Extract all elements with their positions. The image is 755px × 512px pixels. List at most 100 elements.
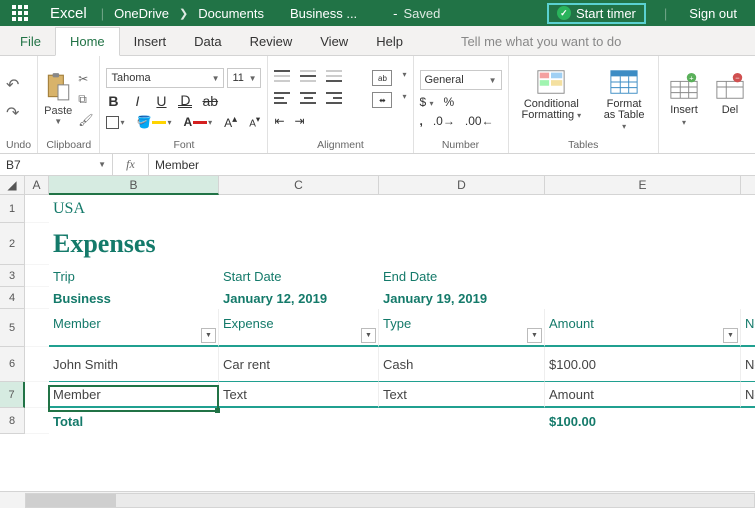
fill-color-button[interactable]: 🪣▾ (137, 115, 172, 129)
insert-cells-button[interactable]: + Insert▾ (665, 72, 703, 127)
app-launcher-icon[interactable] (0, 5, 40, 21)
format-as-table-button[interactable]: Format as Table ▾ (596, 67, 652, 132)
cell-e6[interactable]: $100.00 (545, 347, 741, 382)
align-right-icon[interactable] (326, 92, 342, 104)
cell-usa[interactable]: USA (49, 195, 755, 223)
decrease-font-button[interactable]: A▾ (249, 114, 260, 129)
conditional-formatting-button[interactable]: Conditional Formatting ▾ (515, 67, 589, 132)
document-name[interactable]: Business ... (270, 6, 393, 21)
cell-a3[interactable] (25, 265, 49, 287)
cell-th-type[interactable]: Type▼ (379, 309, 545, 347)
cell-expenses[interactable]: Expenses (49, 223, 755, 265)
double-underline-button[interactable]: D (178, 95, 192, 108)
bold-button[interactable]: B (106, 93, 120, 109)
increase-font-button[interactable]: A▴ (224, 114, 237, 130)
tab-view[interactable]: View (306, 28, 362, 55)
row-header-8[interactable]: 8 (0, 408, 25, 434)
cell-b8[interactable]: Total (49, 408, 219, 434)
cell-c6[interactable]: Car rent (219, 347, 379, 382)
filter-icon[interactable]: ▼ (361, 328, 376, 343)
cell-a2[interactable] (25, 223, 49, 265)
tab-file[interactable]: File (6, 28, 55, 55)
row-header-5[interactable]: 5 (0, 309, 25, 347)
tab-home[interactable]: Home (55, 27, 120, 56)
strikethrough-button[interactable]: ab (202, 93, 218, 109)
undo-icon[interactable]: ↶ (6, 75, 19, 95)
col-header-e[interactable]: E (545, 176, 741, 195)
align-top-icon[interactable] (274, 70, 290, 82)
cell-a4[interactable] (25, 287, 49, 309)
copy-icon[interactable]: ⧉ (78, 92, 93, 107)
start-timer-button[interactable]: ✓ Start timer (547, 3, 646, 24)
cut-icon[interactable]: ✂ (78, 72, 93, 86)
cell-f3[interactable] (741, 265, 755, 287)
cell-f6[interactable]: Note (741, 347, 755, 382)
increase-indent-icon[interactable]: ⇥ (295, 114, 305, 128)
row-header-2[interactable]: 2 (0, 223, 25, 265)
cell-e8[interactable]: $100.00 (545, 408, 741, 434)
number-format-select[interactable]: General▼ (420, 70, 502, 90)
border-button[interactable]: ▾ (106, 116, 124, 129)
redo-icon[interactable]: ↷ (6, 103, 19, 123)
increase-decimal-button[interactable]: .0→ (433, 114, 455, 128)
row-header-3[interactable]: 3 (0, 265, 25, 287)
cell-b7[interactable]: Member (49, 382, 219, 408)
align-left-icon[interactable] (274, 92, 290, 104)
cell-f8[interactable] (741, 408, 755, 434)
select-all-corner[interactable]: ◢ (0, 176, 25, 195)
breadcrumb-documents[interactable]: Documents (192, 6, 270, 21)
format-painter-icon[interactable]: 🖌 (78, 113, 93, 127)
cell-e3[interactable] (545, 265, 741, 287)
cell-a6[interactable] (25, 347, 49, 382)
fx-icon[interactable]: fx (113, 154, 149, 175)
decrease-indent-icon[interactable]: ⇤ (274, 114, 284, 128)
cell-f7[interactable]: Note (741, 382, 755, 408)
tab-review[interactable]: Review (236, 28, 307, 55)
name-box[interactable]: B7▼ (0, 154, 113, 175)
font-color-button[interactable]: A▾ (183, 115, 212, 129)
percent-button[interactable]: % (444, 95, 455, 109)
cell-c3[interactable]: Start Date (219, 265, 379, 287)
tell-me-search[interactable]: Tell me what you want to do (447, 28, 635, 55)
row-header-4[interactable]: 4 (0, 287, 25, 309)
cell-d4[interactable]: January 19, 2019 (379, 287, 545, 309)
sign-out-link[interactable]: Sign out (671, 6, 755, 21)
cell-d8[interactable] (379, 408, 545, 434)
cell-a8[interactable] (25, 408, 49, 434)
cell-c4[interactable]: January 12, 2019 (219, 287, 379, 309)
filter-icon[interactable]: ▼ (201, 328, 216, 343)
comma-style-button[interactable]: , (420, 114, 423, 128)
decrease-decimal-button[interactable]: .00← (465, 114, 494, 128)
cell-a1[interactable] (25, 195, 49, 223)
cell-b6[interactable]: John Smith (49, 347, 219, 382)
row-header-7[interactable]: 7 (0, 382, 25, 408)
cell-e4[interactable] (545, 287, 741, 309)
tab-help[interactable]: Help (362, 28, 417, 55)
col-header-a[interactable]: A (25, 176, 49, 195)
italic-button[interactable]: I (130, 93, 144, 109)
cell-d6[interactable]: Cash (379, 347, 545, 382)
breadcrumb-onedrive[interactable]: OneDrive (108, 6, 175, 21)
cell-th-notes[interactable]: Notes (741, 309, 755, 347)
cell-th-expense[interactable]: Expense▼ (219, 309, 379, 347)
col-header-b[interactable]: B (49, 176, 219, 195)
cell-d7[interactable]: Text (379, 382, 545, 408)
underline-button[interactable]: U (154, 93, 168, 109)
cell-f4[interactable] (741, 287, 755, 309)
align-middle-icon[interactable] (300, 70, 316, 82)
col-header-d[interactable]: D (379, 176, 545, 195)
paste-button[interactable]: Paste ▼ (44, 72, 72, 126)
spreadsheet-grid[interactable]: ◢ A B C D E 1 USA 2 Expenses 3 Trip Star… (0, 176, 755, 508)
merge-icon[interactable]: ⬌ (372, 92, 392, 108)
col-header-f[interactable] (741, 176, 755, 195)
currency-button[interactable]: $ ▾ (420, 95, 434, 109)
col-header-c[interactable]: C (219, 176, 379, 195)
cell-th-amount[interactable]: Amount▼ (545, 309, 741, 347)
font-name-select[interactable]: Tahoma▼ (106, 68, 224, 88)
align-center-icon[interactable] (300, 92, 316, 104)
cell-e7[interactable]: Amount (545, 382, 741, 408)
formula-input[interactable]: Member (149, 154, 755, 175)
filter-icon[interactable]: ▼ (527, 328, 542, 343)
cell-a7[interactable] (25, 382, 49, 408)
align-bottom-icon[interactable] (326, 70, 342, 82)
